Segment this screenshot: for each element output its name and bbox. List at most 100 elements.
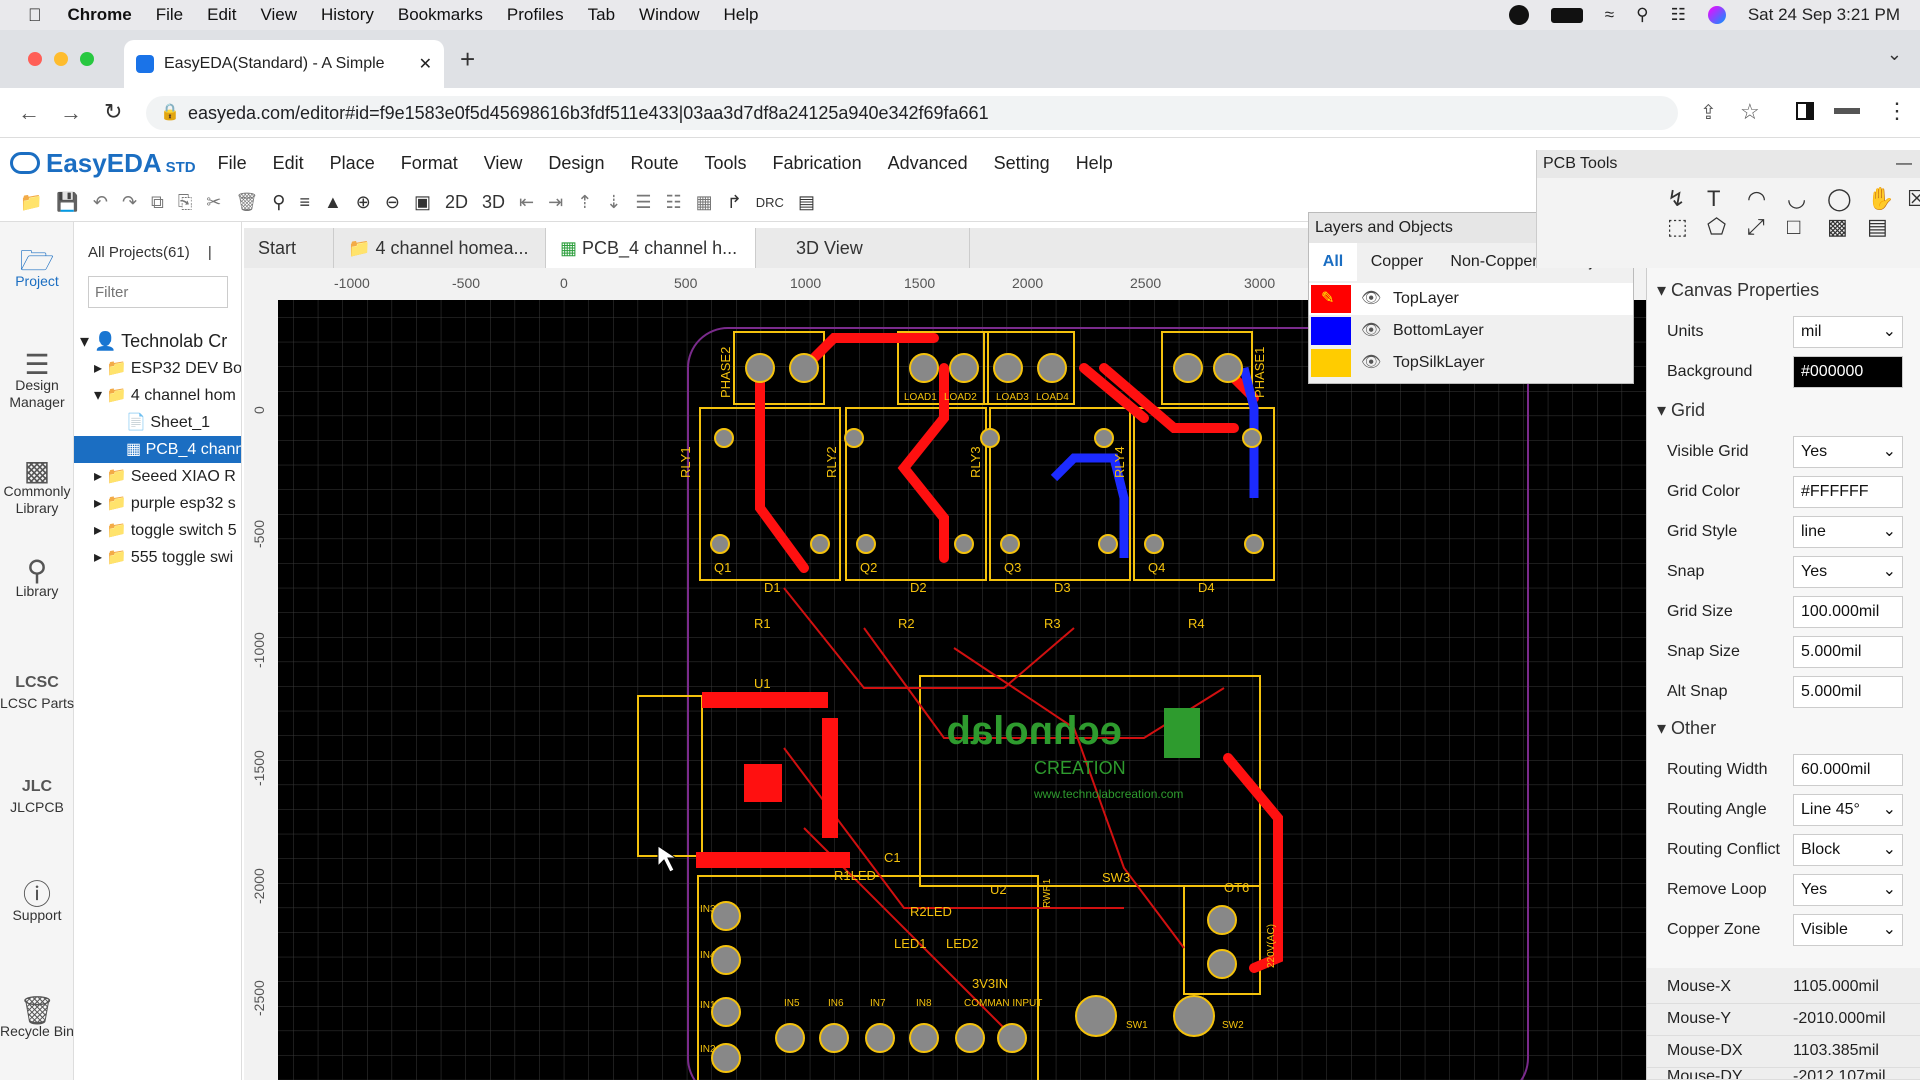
address-bar[interactable]: 🔒 easyeda.com/editor#id=f9e1583e0f5d4569…: [146, 96, 1678, 130]
layer-row-top[interactable]: ✎ 👁 TopLayer: [1309, 283, 1633, 315]
eye-icon[interactable]: 👁: [1361, 347, 1381, 379]
save-icon[interactable]: 💾: [56, 192, 78, 213]
nav-project[interactable]: 🗁 Project: [0, 247, 74, 290]
mac-menu-edit[interactable]: Edit: [207, 5, 236, 25]
tree-item-technolab[interactable]: ▾ 👤 Technolab Cr: [80, 328, 227, 355]
align-right-icon[interactable]: ⇥: [548, 192, 563, 213]
tree-item-sheet1[interactable]: 📄 Sheet_1: [126, 409, 210, 436]
menu-tools[interactable]: Tools: [705, 153, 747, 174]
group-icon[interactable]: ▩: [1827, 214, 1865, 240]
units-select[interactable]: mil ⌄: [1793, 316, 1903, 348]
clock-text[interactable]: Sat 24 Sep 3:21 PM: [1748, 5, 1900, 25]
tab-search-icon[interactable]: ⌄: [1887, 44, 1902, 65]
nav-jlcpcb[interactable]: JLC JLCPCB: [0, 778, 74, 816]
delete-icon[interactable]: 🗑: [235, 192, 258, 213]
wifi-icon[interactable]: ≈: [1605, 5, 1614, 25]
mac-menu-window[interactable]: Window: [639, 5, 699, 25]
siri-icon[interactable]: [1707, 6, 1726, 24]
tree-item-555[interactable]: ▸ 📁 555 toggle swi: [94, 544, 233, 571]
menu-setting[interactable]: Setting: [994, 153, 1050, 174]
spotlight-icon[interactable]: ⚲: [1636, 5, 1648, 25]
table-icon[interactable]: ▤: [1867, 214, 1905, 240]
open-icon[interactable]: 📁: [20, 192, 42, 213]
copy-icon[interactable]: ⧉: [151, 192, 164, 213]
layer-tab-non-copper[interactable]: Non-Copper: [1437, 243, 1551, 281]
tab-close-icon[interactable]: ✕: [419, 54, 432, 74]
new-tab-button[interactable]: +: [460, 44, 475, 75]
tab-pcb[interactable]: ▦ PCB_4 channel h...: [546, 228, 756, 268]
back-icon[interactable]: ←: [18, 100, 40, 126]
menu-help[interactable]: Help: [1076, 153, 1113, 174]
menu-route[interactable]: Route: [630, 153, 678, 174]
tree-item-pcb-selected[interactable]: ▦ PCB_4 chann: [74, 436, 241, 463]
layer-tab-copper[interactable]: Copper: [1357, 243, 1437, 281]
undo-icon[interactable]: ↶: [93, 192, 108, 213]
align-bottom-icon[interactable]: ⇣: [606, 192, 621, 213]
menu-design[interactable]: Design: [548, 153, 604, 174]
forward-icon[interactable]: →: [60, 100, 82, 126]
text-icon[interactable]: T: [1707, 186, 1745, 212]
align-top-icon[interactable]: ⇡: [577, 192, 592, 213]
lock-icon[interactable]: 🔒: [160, 96, 180, 130]
layer-row-bottom[interactable]: 👁 BottomLayer: [1309, 315, 1633, 347]
app-menu-chrome[interactable]: Chrome: [68, 5, 132, 25]
route-icon[interactable]: ↱: [727, 192, 742, 213]
control-center-icon[interactable]: ☷: [1671, 5, 1686, 25]
rect-icon[interactable]: □: [1787, 214, 1825, 240]
zoom-window-button[interactable]: [80, 52, 94, 66]
pcb-canvas[interactable]: -1000 -500 0 500 1000 1500 2000 2500 300…: [244, 268, 1646, 1080]
minimize-icon[interactable]: —: [1896, 150, 1912, 178]
cut-icon[interactable]: ✂: [206, 192, 221, 213]
tree-item-seeed[interactable]: ▸ 📁 Seeed XIAO R: [94, 463, 236, 490]
mac-menu-help[interactable]: Help: [724, 5, 759, 25]
menu-view[interactable]: View: [484, 153, 523, 174]
track-icon[interactable]: ↯: [1667, 186, 1705, 212]
share-icon[interactable]: ⇪: [1700, 100, 1717, 125]
apple-icon[interactable]: : [28, 5, 42, 26]
close-window-button[interactable]: [28, 52, 42, 66]
bookmark-star-icon[interactable]: ☆: [1740, 99, 1760, 125]
layer-tab-all[interactable]: All: [1309, 243, 1357, 281]
grid-align-icon[interactable]: ▦: [696, 192, 713, 213]
mac-menu-view[interactable]: View: [260, 5, 297, 25]
nav-recycle-bin[interactable]: 🗑 Recycle Bin: [0, 997, 74, 1040]
grid-section-title[interactable]: ▾ Grid: [1657, 400, 1705, 421]
background-color-input[interactable]: #000000: [1793, 356, 1903, 388]
routing-width-input[interactable]: 60.000mil: [1793, 754, 1903, 786]
nav-commonly-library[interactable]: ▩ Commonly Library: [0, 457, 74, 517]
mac-menu-history[interactable]: History: [321, 5, 374, 25]
tab-schematic[interactable]: 📁 4 channel homea...: [334, 228, 546, 268]
tree-item-esp32-dev[interactable]: ▸ 📁 ESP32 DEV Bo: [94, 355, 241, 382]
align-left-icon[interactable]: ⇤: [519, 192, 534, 213]
nav-design-manager[interactable]: ☰ Design Manager: [0, 351, 74, 411]
zoom-in-icon[interactable]: ⊕: [356, 192, 371, 213]
hand-icon[interactable]: ✋: [1867, 186, 1905, 212]
sidepanel-icon[interactable]: [1796, 102, 1814, 120]
filter-input[interactable]: [88, 276, 228, 308]
eye-icon[interactable]: 👁: [1361, 283, 1381, 315]
grid-size-input[interactable]: 100.000mil: [1793, 596, 1903, 628]
grid-style-select[interactable]: line ⌄: [1793, 516, 1903, 548]
drc-button[interactable]: DRC: [756, 195, 784, 210]
snap-size-input[interactable]: 5.000mil: [1793, 636, 1903, 668]
menu-format[interactable]: Format: [401, 153, 458, 174]
menu-edit[interactable]: Edit: [273, 153, 304, 174]
routing-angle-select[interactable]: Line 45° ⌄: [1793, 794, 1903, 826]
nav-support[interactable]: ⓘ Support: [0, 881, 74, 924]
nav-library[interactable]: ⚲ Library: [0, 557, 74, 600]
mac-menu-profiles[interactable]: Profiles: [507, 5, 564, 25]
minimize-window-button[interactable]: [54, 52, 68, 66]
layer-row-silk[interactable]: 👁 TopSilkLayer: [1309, 347, 1633, 379]
zoom-out-icon[interactable]: ⊖: [385, 192, 400, 213]
grid-color-input[interactable]: #FFFFFF: [1793, 476, 1903, 508]
tree-item-toggle[interactable]: ▸ 📁 toggle switch 5: [94, 517, 237, 544]
paste-icon[interactable]: ⎘: [178, 192, 192, 213]
tree-item-purple[interactable]: ▸ 📁 purple esp32 s: [94, 490, 236, 517]
pcb-drawing[interactable]: -1000 -500 0 500 1000 1500 2000 2500 300…: [244, 268, 1646, 1080]
visible-grid-select[interactable]: Yes ⌄: [1793, 436, 1903, 468]
record-icon[interactable]: [1508, 5, 1529, 25]
distribute-v-icon[interactable]: ☷: [666, 192, 682, 213]
tab-start[interactable]: Start: [244, 228, 334, 268]
measure-icon[interactable]: ⤢: [1747, 214, 1785, 240]
menu-place[interactable]: Place: [330, 153, 375, 174]
